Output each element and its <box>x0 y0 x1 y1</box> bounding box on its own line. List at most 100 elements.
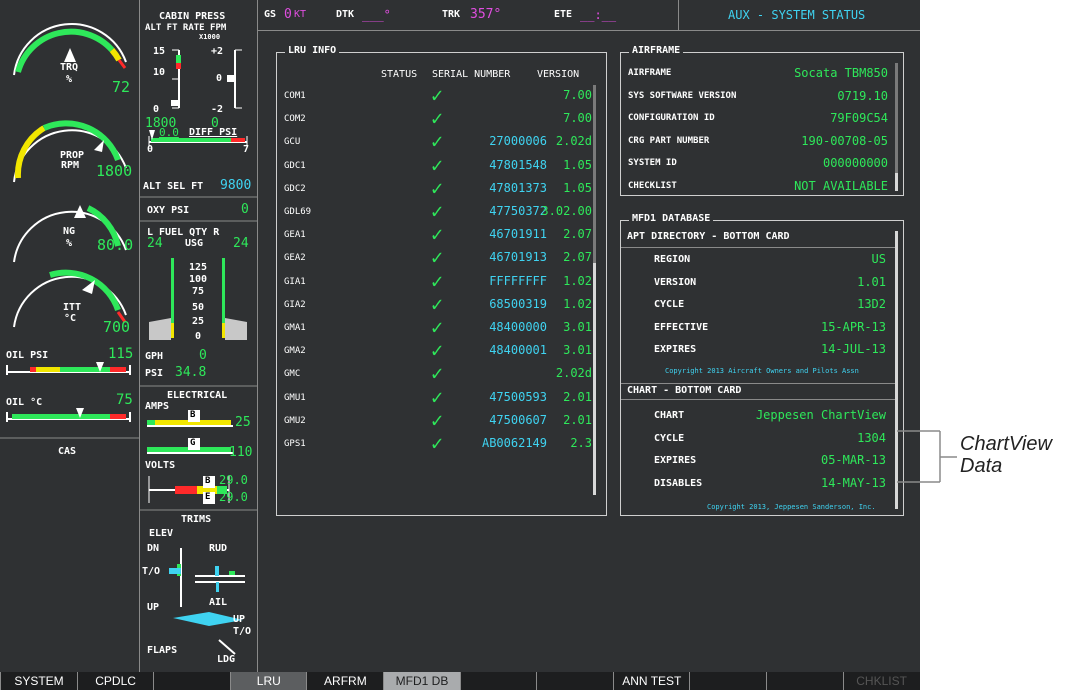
gs-unit: KT <box>294 9 307 20</box>
lru-name: COM1 <box>284 91 306 101</box>
softkey-lru[interactable]: LRU <box>229 672 307 690</box>
mfd-screen: TRQ % 72 PROP RPM 1800 NG % 80.0 ITT °C … <box>0 0 920 690</box>
elev-dn-label: DN <box>147 543 160 554</box>
airframe-row-label: CONFIGURATION ID <box>628 113 715 124</box>
ng-label: NG <box>63 226 76 237</box>
status-check-icon: ✓ <box>431 245 444 270</box>
lru-serial-number: 48400000 <box>489 320 547 334</box>
airframe-row-value: 000000000 <box>822 156 888 171</box>
lru-status-header: STATUS <box>381 69 418 80</box>
softkey-arfrm[interactable]: ARFRM <box>306 672 383 690</box>
fuel-scale-75: 75 <box>192 286 205 297</box>
softkey-blank-9[interactable] <box>689 672 766 690</box>
lru-version: 1.02 <box>563 296 592 311</box>
lru-scrollbar-thumb[interactable] <box>593 263 596 495</box>
systems-column: CABIN PRESS ALT FT RATE FPM X1000 15 10 … <box>139 0 258 672</box>
status-check-icon: ✓ <box>431 199 444 223</box>
mfd-db-row-label: CYCLE <box>654 299 685 311</box>
chartview-data-callout: ChartView Data <box>960 433 1052 477</box>
lru-serial-number: 68500319 <box>489 296 547 311</box>
lru-name: GMU2 <box>284 415 306 426</box>
lru-version: 1.05 <box>563 157 592 172</box>
lru-name: GMA2 <box>284 346 306 357</box>
elev-to-label: T/O <box>142 566 161 577</box>
mfd-db-row-value: 1304 <box>857 430 886 445</box>
mfd-db-row-value: 13D2 <box>857 297 886 312</box>
oil-psi-value: 115 <box>108 346 134 362</box>
mfd-db-row-label: VERSION <box>654 276 697 288</box>
status-check-icon: ✓ <box>431 407 444 432</box>
softkey-system[interactable]: SYSTEM <box>0 672 77 690</box>
softkey-bar: SYSTEM CPDLC LRU ARFRM MFD1 DB ANN TEST CHKLIS… <box>0 672 920 690</box>
ail-label: AIL <box>209 597 228 608</box>
status-check-icon: ✓ <box>431 338 444 363</box>
mfd-db-row-label: DISABLES <box>654 477 703 489</box>
lru-version: 2.3 <box>570 436 592 450</box>
status-check-icon: ✓ <box>431 83 444 107</box>
lru-serial-number: 48400001 <box>489 343 547 358</box>
fuel-psi-value: 34.8 <box>175 365 207 380</box>
softkey-blank-6[interactable] <box>459 672 537 690</box>
mfd-db-row-value: Jeppesen ChartView <box>755 408 886 422</box>
lru-serial-number: 46701911 <box>489 227 547 242</box>
mfd-db-row-label: EFFECTIVE <box>654 321 709 333</box>
lru-name: GDC2 <box>284 183 306 194</box>
alt-sel-value: 9800 <box>220 178 252 193</box>
prop-value: 1800 <box>96 162 133 180</box>
softkey-blank-7[interactable] <box>536 672 613 690</box>
status-check-icon: ✓ <box>431 129 444 154</box>
softkey-chklist[interactable]: CHKLIST <box>842 672 920 690</box>
mfd-db-row-label: CHART <box>654 410 685 421</box>
lru-name: COM2 <box>284 114 306 125</box>
lru-version: 1.05 <box>563 180 592 195</box>
fuel-unit: USG <box>185 238 204 249</box>
lru-version: 3.02.00 <box>541 204 592 218</box>
flaps-ldg-label: LDG <box>217 654 236 665</box>
lru-serial-number: 47500607 <box>489 412 547 427</box>
elev-label: ELEV <box>149 528 174 539</box>
airframe-scrollbar[interactable] <box>895 63 898 191</box>
status-check-icon: ✓ <box>431 361 444 386</box>
dtk-label: DTK <box>336 9 355 20</box>
chart-section-divider <box>621 383 895 384</box>
airframe-row-label: AIRFRAME <box>628 68 672 78</box>
oil-psi-bar <box>6 362 131 375</box>
cabin-tick-10: 10 <box>153 67 166 78</box>
lru-serial-number: 46701913 <box>489 250 547 265</box>
gph-value: 0 <box>199 348 207 363</box>
gs-label: GS <box>264 9 277 20</box>
softkey-ann-test[interactable]: ANN TEST <box>612 672 690 690</box>
itt-label: ITT <box>63 302 82 313</box>
fuel-scale-0: 0 <box>195 331 202 342</box>
engine-gauges <box>0 23 139 439</box>
mfd-db-row-value: 05-MAR-13 <box>820 453 886 468</box>
chart-copyright: Copyright 2013, Jeppesen Sanderson, Inc. <box>707 503 876 511</box>
lru-serial-number: AB0062149 <box>481 436 547 450</box>
lru-version: 2.02d <box>555 366 592 381</box>
airframe-row-label: SYS SOFTWARE VERSION <box>628 90 737 101</box>
status-check-icon: ✓ <box>431 222 444 247</box>
oxy-psi-label: OXY PSI <box>147 205 190 216</box>
amps-gen-g-marker: G <box>190 438 196 448</box>
status-check-icon: ✓ <box>431 152 444 177</box>
lru-version: 2.07 <box>563 227 592 242</box>
softkey-blank-10[interactable] <box>766 672 843 690</box>
diff-tick-0: 0 <box>147 144 154 155</box>
lru-serial-number: 27000006 <box>489 134 547 149</box>
status-check-icon: ✓ <box>431 431 444 455</box>
softkey-cpdlc[interactable]: CPDLC <box>76 672 154 690</box>
ng-value: 80.0 <box>97 236 134 254</box>
mfd-db-row-label: CYCLE <box>654 432 685 444</box>
oil-c-bar <box>6 408 131 422</box>
mfd-db-row-value: 14-MAY-13 <box>820 475 886 490</box>
electrical-title: ELECTRICAL <box>167 390 228 401</box>
oil-c-value: 75 <box>116 392 133 408</box>
trq-unit: % <box>66 74 73 85</box>
lru-info-title: LRU INFO <box>285 45 340 56</box>
cas-label: CAS <box>58 446 77 457</box>
fuel-psi-label: PSI <box>145 368 164 379</box>
airframe-scrollbar-thumb[interactable] <box>895 173 898 191</box>
ete-label: ETE <box>554 9 573 20</box>
softkey-mfd1-db[interactable]: MFD1 DB <box>383 672 460 690</box>
softkey-blank-2[interactable] <box>153 672 230 690</box>
